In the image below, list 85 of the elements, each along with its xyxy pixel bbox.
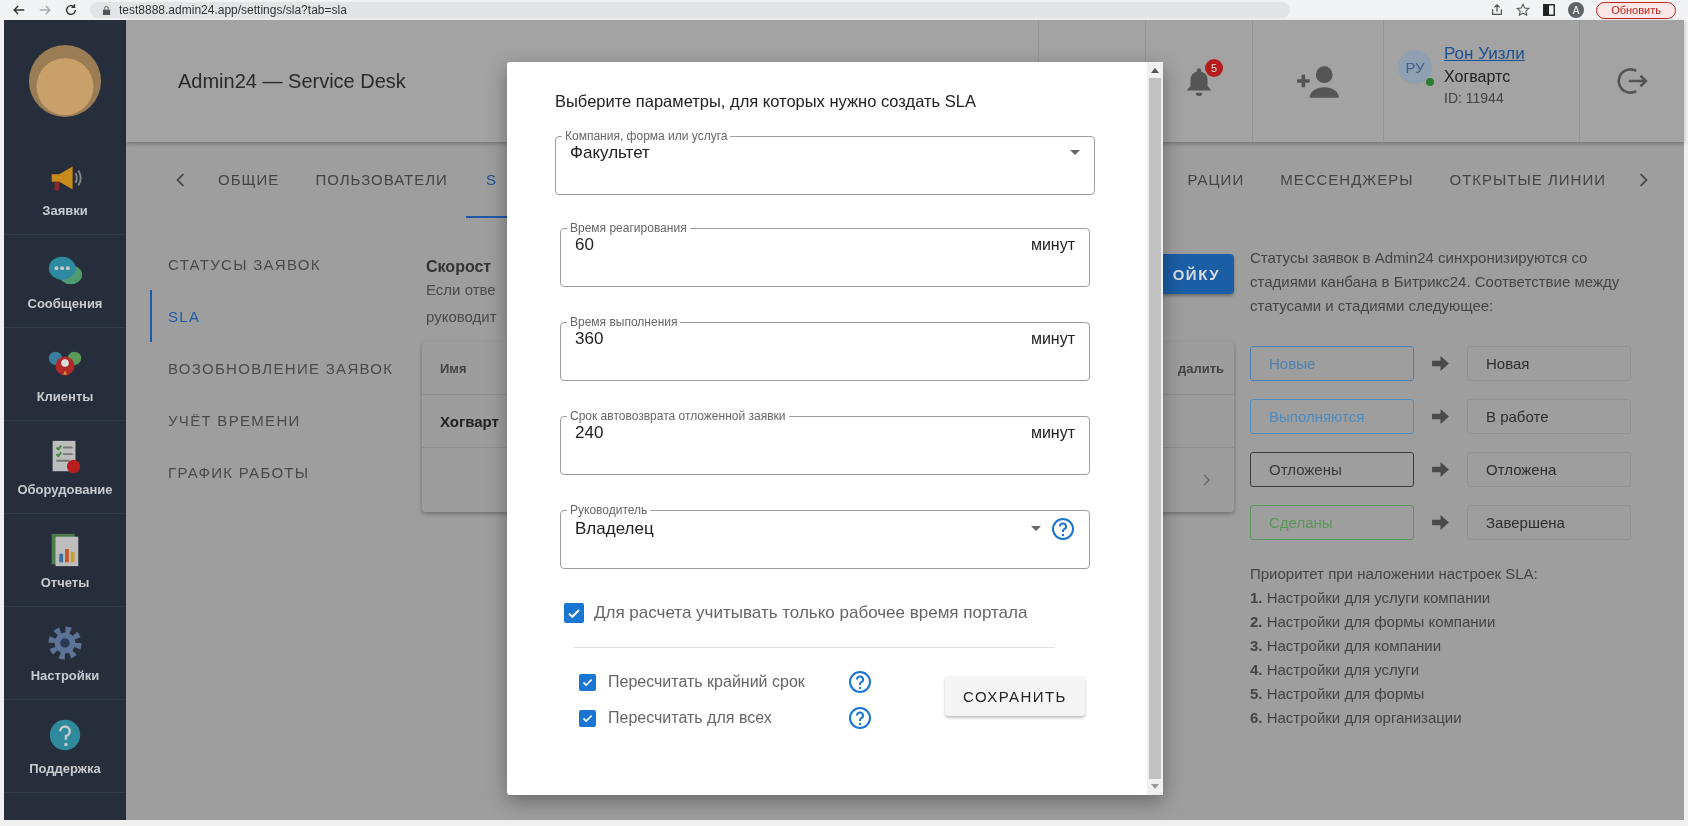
organization-name: Хогвартс xyxy=(1444,68,1512,86)
help-icon[interactable] xyxy=(848,706,872,730)
priority-item: 6. Настройки для организации xyxy=(1250,708,1463,728)
avatar-icon xyxy=(27,43,103,119)
notification-badge: 5 xyxy=(1205,59,1223,77)
url-text: test8888.admin24.app/settings/sla?tab=sla xyxy=(119,3,347,17)
tab[interactable]: РАЦИИ xyxy=(1169,142,1263,218)
profile-avatar[interactable]: A xyxy=(1568,2,1585,18)
right-arrow-icon xyxy=(1432,515,1449,530)
stage-label: В работе xyxy=(1467,399,1631,434)
caret-icon xyxy=(1031,526,1041,532)
help-icon[interactable] xyxy=(848,670,872,694)
update-button[interactable]: Обновить xyxy=(1596,1,1676,19)
scroll-up-arrow-icon[interactable] xyxy=(1151,67,1159,73)
tab[interactable]: ОБЩИЕ xyxy=(200,142,298,218)
settings-nav-item[interactable]: ВОЗОБНОВЛЕНИЕ ЗАЯВОК xyxy=(150,342,422,394)
app-title: Admin24 — Service Desk xyxy=(177,69,406,93)
section-heading: Скорост xyxy=(426,258,493,276)
sidebar-label: Отчеты xyxy=(40,574,90,590)
number-field[interactable]: Время реагирования 60 минут xyxy=(560,221,1090,287)
status-label: Сделаны xyxy=(1250,505,1414,540)
dialog-title: Выберите параметры, для которых нужно создать SLA xyxy=(555,92,977,111)
settings-nav-item[interactable]: СТАТУСЫ ЗАЯВОК xyxy=(150,238,422,290)
save-button[interactable]: СОХРАНИТЬ xyxy=(945,676,1085,716)
right-arrow-icon xyxy=(1432,462,1449,477)
priority-item: 3. Настройки для компании xyxy=(1250,636,1443,656)
section-text: руководит xyxy=(426,307,497,327)
add-user-icon[interactable] xyxy=(1295,64,1341,98)
priority-item: 2. Настройки для формы компании xyxy=(1250,612,1497,632)
priority-item: 4. Настройки для услуги xyxy=(1250,660,1421,680)
priority-item: 5. Настройки для формы xyxy=(1250,684,1426,704)
table-cell: Хогварт xyxy=(440,412,499,430)
sidebar-label: Настройки xyxy=(30,667,100,683)
back-arrow-icon[interactable] xyxy=(12,3,26,17)
sidebar-label: Заявки xyxy=(42,202,88,218)
stage-label: Отложена xyxy=(1467,452,1631,487)
checkbox-label: Пересчитать крайний срок xyxy=(608,673,806,691)
number-field[interactable]: Срок автовозврата отложенной заявки 240 минут xyxy=(560,409,1090,475)
sidebar-label: Поддержка xyxy=(29,760,101,776)
sidebar-label: Сообщения xyxy=(27,295,103,311)
reload-icon[interactable] xyxy=(64,3,78,17)
sidebar-panel-icon[interactable] xyxy=(1542,3,1557,17)
number-field[interactable]: Время выполнения 360 минут xyxy=(560,315,1090,381)
settings-nav-item[interactable]: ГРАФИК РАБОТЫ xyxy=(150,446,422,498)
checkbox[interactable] xyxy=(579,673,596,691)
share-icon[interactable] xyxy=(1490,3,1505,17)
status-label: Выполняются xyxy=(1250,399,1414,434)
user-id: ID: 11944 xyxy=(1444,90,1505,106)
user-avatar: РУ xyxy=(1398,50,1432,84)
select-field[interactable]: Компания, форма или услуга Факультет xyxy=(555,129,1095,195)
checkbox[interactable] xyxy=(564,603,584,623)
right-arrow-icon xyxy=(1432,356,1449,371)
status-label: Новые xyxy=(1250,346,1414,381)
help-icon[interactable] xyxy=(1051,517,1075,541)
user-name-link[interactable]: Рон Уизли xyxy=(1444,44,1525,64)
select-field[interactable]: Руководитель Владелец xyxy=(560,503,1090,569)
column-header: далить xyxy=(1177,360,1224,376)
star-icon[interactable] xyxy=(1516,3,1531,17)
tab[interactable]: ОТКРЫТЫЕ ЛИНИИ xyxy=(1431,142,1624,218)
caret-icon xyxy=(1070,150,1080,156)
address-bar[interactable]: test8888.admin24.app/settings/sla?tab=sla xyxy=(90,2,1290,18)
priority-item: 1. Настройки для услуги компании xyxy=(1250,588,1492,608)
sidebar-item[interactable]: Отчеты xyxy=(4,514,126,607)
checkbox[interactable] xyxy=(579,709,596,727)
stage-label: Новая xyxy=(1467,346,1631,381)
sidebar-label: Клиенты xyxy=(36,388,94,404)
sidebar-item[interactable]: Поддержка xyxy=(4,700,126,793)
stage-label: Завершена xyxy=(1467,505,1631,540)
status-sync-description: Статусы заявок в Admin24 синхронизируются со стадиями канбана в Битрикс24. Соответствие между статусами и стадиями следующее: xyxy=(1250,248,1621,316)
sidebar-label: Оборудование xyxy=(17,481,113,497)
sidebar-item[interactable]: Оборудование xyxy=(4,421,126,514)
right-arrow-icon xyxy=(1432,409,1449,424)
scroll-down-arrow-icon[interactable] xyxy=(1151,784,1159,790)
column-header: Имя xyxy=(440,360,467,376)
gear-icon xyxy=(46,623,84,662)
settings-nav-item[interactable]: УЧЁТ ВРЕМЕНИ xyxy=(150,394,422,446)
status-label: Отложены xyxy=(1250,452,1414,487)
priority-title: Приоритет при наложении настроек SLA: xyxy=(1250,564,1539,584)
lock-icon xyxy=(102,4,111,16)
tab[interactable]: ПОЛЬЗОВАТЕЛИ xyxy=(297,142,466,218)
scrollbar[interactable] xyxy=(1147,62,1163,795)
checkbox-label: Для расчета учитывать только рабочее время портала xyxy=(594,603,1028,623)
tab[interactable]: МЕССЕНДЖЕРЫ xyxy=(1262,142,1432,218)
section-text: Если отве xyxy=(426,280,497,300)
checkbox-label: Пересчитать для всех xyxy=(608,709,773,727)
